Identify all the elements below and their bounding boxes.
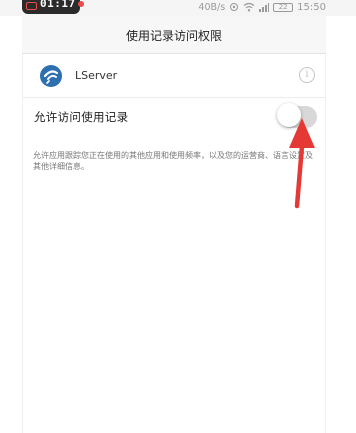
app-icon (40, 65, 62, 87)
app-row: LServer i (23, 54, 325, 98)
permission-description: 允许应用跟踪您正在使用的其他应用和使用频率，以及您的运营商、语言设置及其他详细信… (33, 151, 313, 171)
status-icons: 40B/s 22 15:50 (198, 0, 326, 14)
record-time: 01:17 (40, 0, 76, 10)
page-title: 使用记录访问权限 (125, 29, 222, 43)
clock: 15:50 (297, 1, 326, 13)
info-icon[interactable]: i (299, 67, 315, 83)
net-speed: 40B/s (198, 1, 226, 13)
title-bar: 使用记录访问权限 (22, 16, 326, 54)
toggle-label: 允许访问使用记录 (34, 110, 129, 124)
permission-toggle-row[interactable]: 允许访问使用记录 (23, 98, 325, 138)
hd-call-icon (229, 2, 239, 12)
app-name: LServer (75, 69, 118, 82)
toggle-knob[interactable] (277, 103, 301, 127)
record-icon (26, 2, 37, 10)
screen: 01:17 40B/s 22 15:50 使用记录访问权限 LServer i … (0, 0, 356, 433)
screen-record-indicator: 01:17 (22, 0, 80, 14)
usage-access-toggle[interactable] (277, 103, 317, 128)
permission-panel: LServer i 允许访问使用记录 允许应用跟踪您正在使用的其他应用和使用频率… (22, 54, 326, 433)
signal-icon (259, 2, 270, 12)
record-dot-icon (78, 1, 84, 7)
wifi-icon (243, 2, 255, 12)
status-bar: 01:17 40B/s 22 15:50 (0, 0, 356, 16)
battery-icon: 22 (273, 2, 294, 12)
